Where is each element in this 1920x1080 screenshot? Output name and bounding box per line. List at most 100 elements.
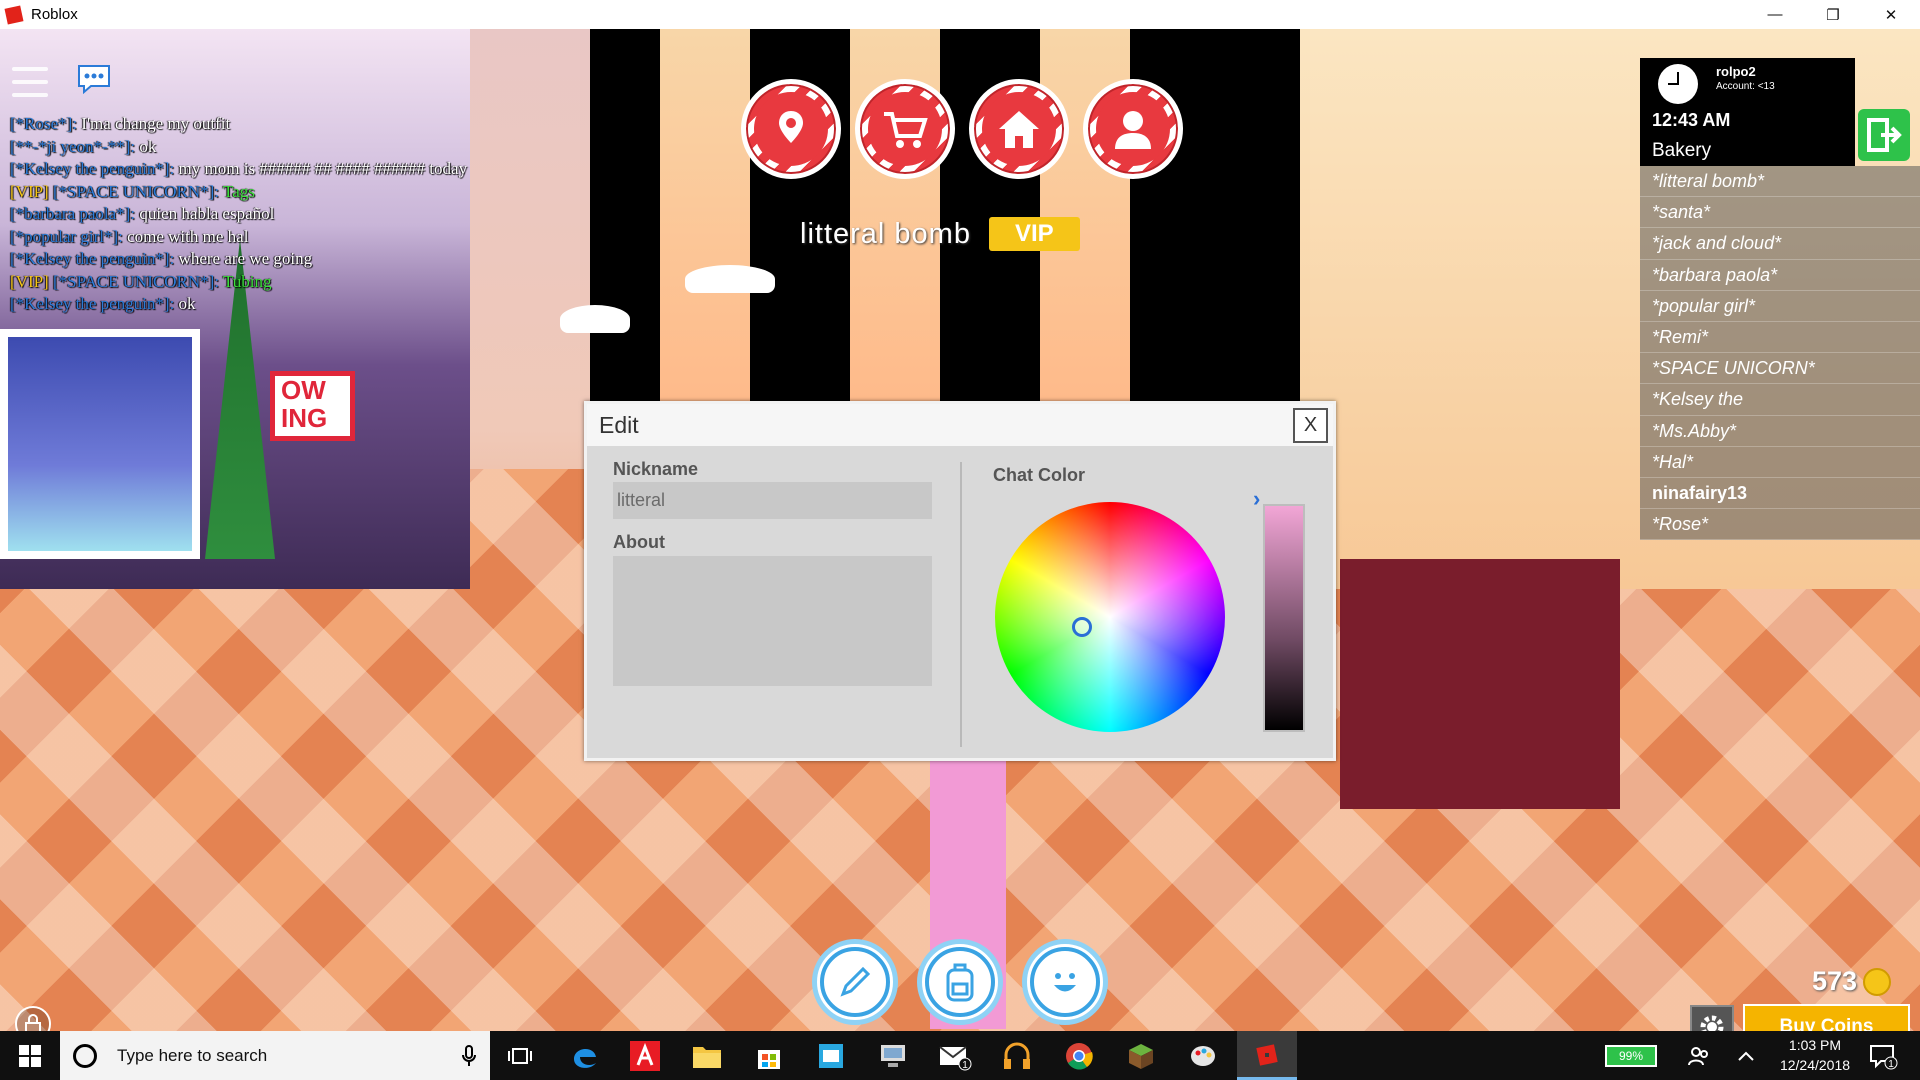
chrome-icon[interactable]: [1062, 1039, 1096, 1073]
backpack-button[interactable]: [917, 939, 1003, 1025]
exit-icon: [1867, 118, 1902, 152]
player-list-item[interactable]: *Rose*: [1640, 509, 1920, 541]
notifications-icon[interactable]: 1: [1868, 1031, 1898, 1080]
chat-message-text: come with me hal: [122, 226, 249, 246]
color-wheel[interactable]: [995, 502, 1225, 732]
system-time: 1:03 PM: [1788, 1037, 1842, 1053]
battery-icon: 99%: [1605, 1044, 1657, 1067]
settings-button[interactable]: [1690, 1005, 1734, 1031]
pencil-icon: [840, 966, 871, 997]
game-viewport[interactable]: OW ING [*Rose*]: I'ma change my outfit [*…: [0, 29, 1920, 1031]
nickname-label: Nickname: [613, 459, 699, 479]
windows-logo-icon: [19, 1044, 41, 1067]
chat-sender-name: [*SPACE UNICORN*]:: [52, 271, 220, 291]
chat-message: [*Kelsey the penguin*]: where are we goi…: [10, 248, 570, 271]
task-view-icon[interactable]: [503, 1039, 537, 1073]
color-wheel-cursor[interactable]: [1072, 617, 1092, 637]
home-icon: [999, 111, 1039, 148]
backpack-icon: [946, 963, 974, 1002]
adobe-icon[interactable]: [628, 1039, 662, 1073]
system-date: 12/24/2018: [1779, 1057, 1851, 1073]
player-list: *litteral bomb* *santa* *jack and cloud* *b…: [1640, 166, 1920, 541]
edge-browser-icon[interactable]: [568, 1039, 602, 1073]
chat-sender-name: [**-*ji yeon*-**]:: [10, 136, 136, 156]
chat-sender-name: [*popular girl*]:: [10, 226, 123, 246]
chat-message-text: my mom is ###### ## #### ###### today: [174, 159, 468, 178]
game-time: 12:43 AM: [1652, 110, 1731, 130]
chat-message: [*Rose*]: I'ma change my outfit: [10, 113, 570, 136]
calendar-app-icon[interactable]: [814, 1039, 848, 1073]
window-titlebar: Roblox — ❐ ✕: [0, 0, 1920, 29]
chat-message: [*popular girl*]: come with me hal: [10, 226, 570, 249]
people-icon[interactable]: [1688, 1031, 1710, 1080]
player-account: Account: <13: [1716, 81, 1775, 92]
computer-app-icon[interactable]: [876, 1039, 910, 1073]
mail-icon[interactable]: 1: [938, 1039, 972, 1073]
clock-icon: [1658, 64, 1698, 104]
player-list-item[interactable]: *Ms.Abby*: [1640, 416, 1920, 447]
chat-sender-name: [*Kelsey the penguin*]:: [10, 294, 175, 313]
player-list-item[interactable]: *barbara paola*: [1640, 260, 1920, 291]
profile-button[interactable]: [1083, 79, 1183, 179]
leave-button[interactable]: [1858, 109, 1910, 161]
chat-message-text: ok: [135, 136, 157, 156]
player-list-item[interactable]: *litteral bomb*: [1640, 166, 1920, 198]
smiley-face-icon: [1054, 973, 1076, 992]
chat-bubble-icon[interactable]: [77, 64, 111, 95]
player-list-item[interactable]: *Remi*: [1640, 322, 1920, 354]
map-pin-icon: [779, 111, 803, 143]
player-list-item[interactable]: *popular girl*: [1640, 291, 1920, 322]
headphones-app-icon[interactable]: [1000, 1039, 1034, 1073]
mail-badge: 1: [962, 1060, 968, 1071]
nickname-input[interactable]: [613, 482, 932, 519]
edit-pencil-button[interactable]: [812, 939, 898, 1025]
battery-indicator[interactable]: 99%: [1605, 1031, 1657, 1080]
chat-message-text: quien habla español: [135, 204, 275, 223]
emote-button[interactable]: [1022, 939, 1108, 1025]
buy-coins-button[interactable]: Buy Coins: [1743, 1004, 1910, 1031]
start-button[interactable]: [0, 1031, 60, 1080]
player-list-item[interactable]: *jack and cloud*: [1640, 228, 1920, 260]
overhead-nametag: litteral bomb VIP: [800, 217, 1080, 251]
chat-message: [*barbara paola*]: quien habla español: [10, 203, 570, 226]
player-list-item[interactable]: *santa*: [1640, 197, 1920, 229]
shop-button[interactable]: [855, 79, 955, 179]
close-dialog-button[interactable]: X: [1293, 408, 1328, 443]
minecraft-icon[interactable]: [1124, 1039, 1158, 1073]
microphone-icon[interactable]: [462, 1045, 476, 1067]
battery-percent: 99%: [1618, 1048, 1644, 1063]
player-list-item[interactable]: *Hal*: [1640, 447, 1920, 478]
chat-message-text: I'ma change my outfit: [77, 114, 231, 133]
menu-icon[interactable]: [12, 67, 48, 97]
system-clock[interactable]: 1:03 PM 12/24/2018: [1760, 1035, 1870, 1075]
store-icon[interactable]: [752, 1039, 786, 1073]
scene-lamp: [560, 305, 630, 333]
scene-sign: OW ING: [270, 371, 355, 441]
restore-button[interactable]: ❐: [1804, 0, 1862, 29]
chat-sender-name: [*Kelsey the penguin*]:: [10, 159, 175, 178]
minimize-button[interactable]: —: [1746, 0, 1804, 29]
taskbar-search[interactable]: Type here to search: [60, 1031, 490, 1080]
chevron-up-icon[interactable]: [1737, 1031, 1755, 1080]
player-list-item[interactable]: *SPACE UNICORN*: [1640, 353, 1920, 385]
taskbar-roblox-active[interactable]: [1237, 1031, 1297, 1080]
edit-dialog-header: Edit X: [587, 404, 1333, 446]
top-nav: [741, 79, 1183, 179]
coin-balance: 573: [1812, 966, 1892, 997]
chat-sender-name: [*Kelsey the penguin*]:: [10, 249, 175, 268]
player-list-item[interactable]: *Kelsey the: [1640, 384, 1920, 416]
chat-color-label: Chat Color: [993, 465, 1085, 485]
player-list-item[interactable]: ninafairy13: [1640, 478, 1920, 510]
shopping-cart-icon: [884, 112, 928, 148]
paint-icon[interactable]: [1186, 1039, 1220, 1073]
chat-vip-tag: [VIP]: [10, 271, 53, 291]
chat-message-text: where are we going: [174, 249, 313, 268]
home-button[interactable]: [969, 79, 1069, 179]
window-controls: — ❐ ✕: [1746, 0, 1920, 29]
file-explorer-icon[interactable]: [690, 1039, 724, 1073]
close-window-button[interactable]: ✕: [1862, 0, 1920, 29]
map-button[interactable]: [741, 79, 841, 179]
about-input[interactable]: [613, 556, 932, 686]
brightness-slider[interactable]: [1263, 504, 1305, 732]
chat-sender-name: [*SPACE UNICORN*]:: [52, 181, 220, 201]
